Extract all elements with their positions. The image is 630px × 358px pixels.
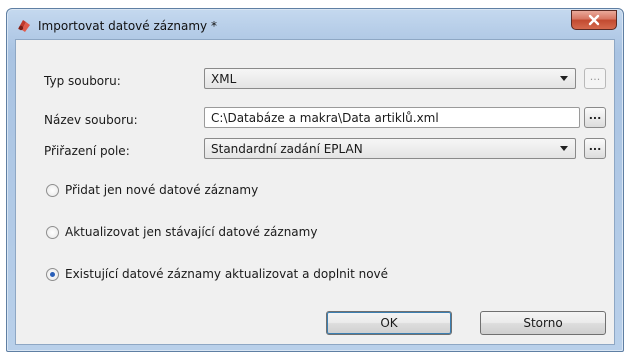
dialog-content: Typ souboru: XML ... Název souboru: C:\D… bbox=[15, 39, 615, 345]
chevron-down-icon bbox=[560, 76, 568, 81]
radio-update-and-add[interactable] bbox=[46, 267, 59, 281]
option-add-new-label: Přidat jen nové datové záznamy bbox=[65, 183, 259, 197]
close-icon bbox=[588, 14, 600, 26]
file-type-label: Typ souboru: bbox=[44, 74, 121, 88]
option-update-existing[interactable]: Aktualizovat jen stávající datové záznam… bbox=[46, 225, 317, 239]
radio-update-existing[interactable] bbox=[46, 225, 59, 239]
cancel-button[interactable]: Storno bbox=[480, 311, 606, 335]
window-title: Importovat datové záznamy * bbox=[38, 19, 217, 33]
radio-add-new[interactable] bbox=[46, 183, 59, 197]
chevron-down-icon bbox=[560, 146, 568, 151]
file-name-browse-button[interactable]: ... bbox=[584, 107, 606, 128]
field-assignment-label: Přiřazení pole: bbox=[44, 144, 130, 158]
file-type-value: XML bbox=[211, 71, 237, 86]
ok-button[interactable]: OK bbox=[326, 311, 452, 335]
eplan-app-icon bbox=[18, 20, 30, 32]
close-button[interactable] bbox=[571, 10, 617, 30]
option-update-and-add-label: Existující datové záznamy aktualizovat a… bbox=[65, 267, 389, 281]
field-assignment-value: Standardní zadání EPLAN bbox=[211, 141, 363, 156]
import-dialog: Importovat datové záznamy * Typ souboru:… bbox=[6, 8, 624, 352]
file-name-value: C:\Databáze a makra\Data artiklů.xml bbox=[211, 110, 439, 125]
file-name-input[interactable]: C:\Databáze a makra\Data artiklů.xml bbox=[204, 107, 580, 128]
option-update-existing-label: Aktualizovat jen stávající datové záznam… bbox=[65, 225, 318, 239]
title-bar[interactable]: Importovat datové záznamy * bbox=[7, 9, 623, 39]
field-assignment-select[interactable]: Standardní zadání EPLAN bbox=[204, 138, 576, 159]
file-type-browse-button[interactable]: ... bbox=[584, 68, 606, 89]
option-update-and-add[interactable]: Existující datové záznamy aktualizovat a… bbox=[46, 267, 388, 281]
field-assignment-browse-button[interactable]: ... bbox=[584, 138, 606, 159]
file-name-label: Název souboru: bbox=[44, 113, 138, 127]
option-add-new[interactable]: Přidat jen nové datové záznamy bbox=[46, 183, 258, 197]
file-type-select[interactable]: XML bbox=[204, 68, 576, 89]
